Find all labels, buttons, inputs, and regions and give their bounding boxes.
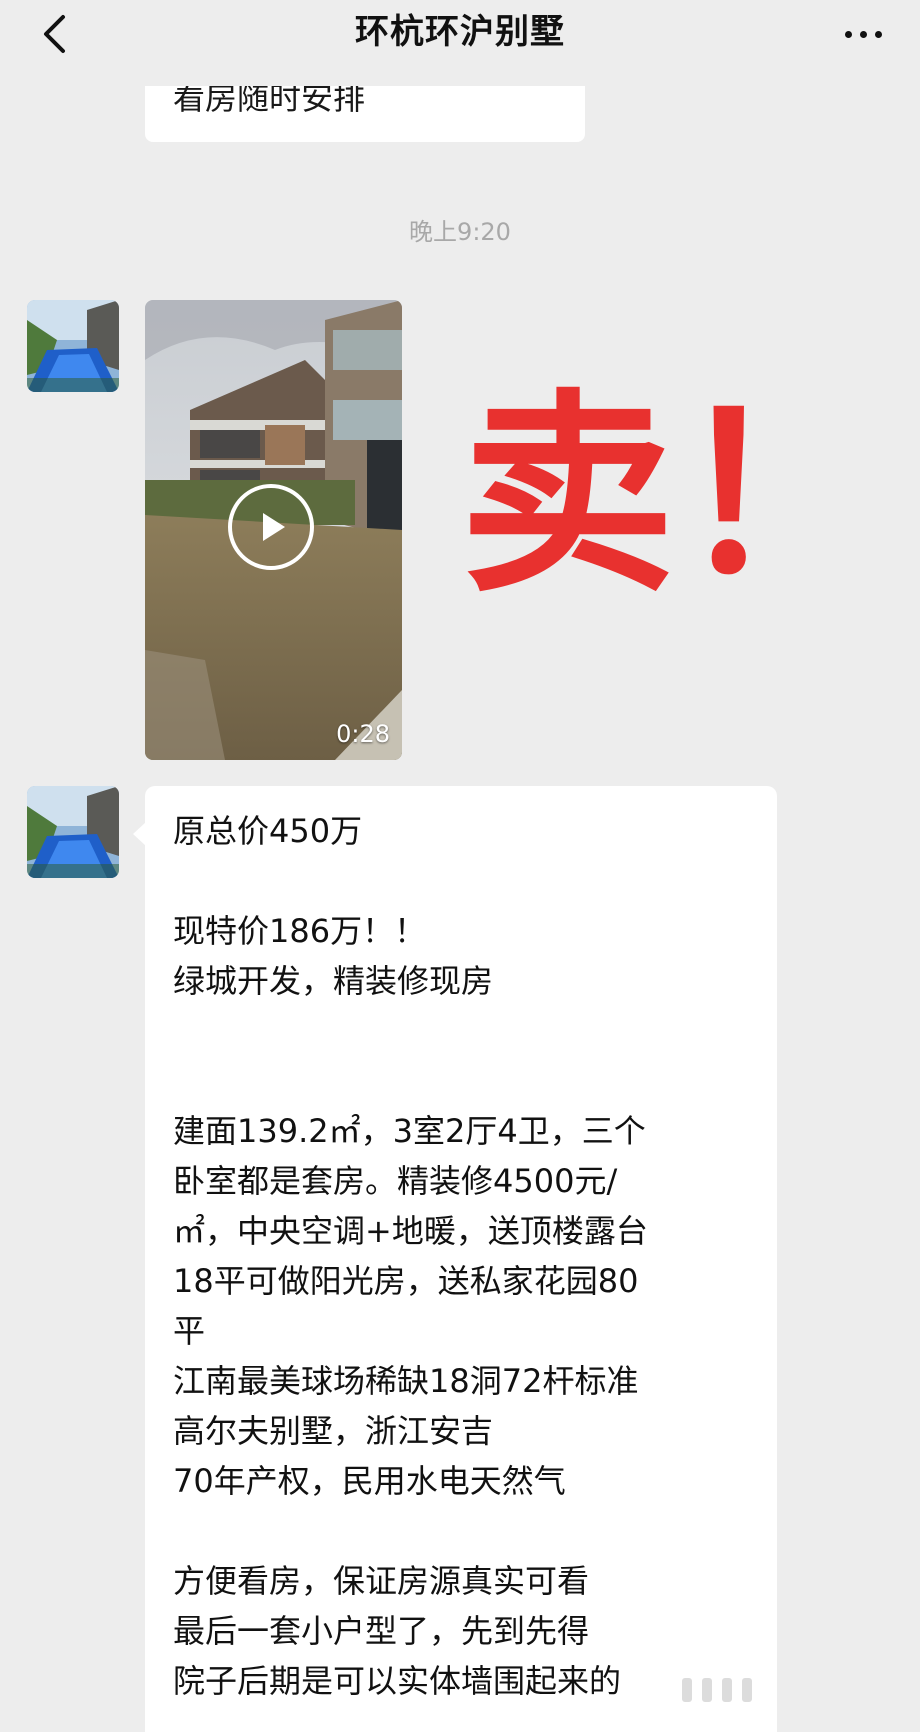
message-line: 18平可做阳光房，送私家花园80 bbox=[173, 1262, 639, 1300]
previous-message-text: 看房随时安排 bbox=[173, 86, 366, 117]
message-line: 现特价186万！！ bbox=[173, 912, 427, 950]
previous-message-bubble[interactable]: 看房随时安排 bbox=[145, 86, 585, 142]
message-line: 江南最美球场稀缺18洞72杆标准 bbox=[173, 1362, 639, 1400]
message-line: 原总价450万 bbox=[173, 812, 363, 850]
top-bar: 环杭环沪别墅 bbox=[0, 0, 920, 86]
sender-avatar[interactable] bbox=[27, 300, 119, 392]
avatar-image bbox=[27, 786, 119, 878]
more-dots-icon bbox=[844, 30, 852, 38]
text-message-content: 原总价450万 现特价186万！！ 绿城开发，精装修现房 建面139.2㎡，3室… bbox=[173, 806, 763, 1706]
text-message-bubble[interactable]: 原总价450万 现特价186万！！ 绿城开发，精装修现房 建面139.2㎡，3室… bbox=[145, 786, 777, 1732]
watermark bbox=[680, 1676, 754, 1704]
sale-sticker-text: 卖！ bbox=[460, 370, 800, 610]
more-dot bbox=[874, 30, 882, 38]
more-dot bbox=[859, 30, 867, 38]
message-line: 绿城开发，精装修现房 bbox=[173, 962, 494, 1000]
play-button[interactable] bbox=[228, 484, 314, 570]
watermark-mark bbox=[720, 1676, 734, 1704]
message-line: 平 bbox=[173, 1312, 206, 1350]
watermark-mark bbox=[740, 1676, 754, 1704]
message-line: 高尔夫别墅，浙江安吉 bbox=[173, 1412, 494, 1450]
message-line: 方便看房，保证房源真实可看 bbox=[173, 1562, 590, 1600]
message-line: 建面139.2㎡，3室2厅4卫，三个 bbox=[173, 1112, 646, 1150]
chat-title: 环杭环沪别墅 bbox=[355, 12, 565, 52]
avatar-image bbox=[27, 300, 119, 392]
video-message[interactable]: 0:28 bbox=[145, 300, 402, 760]
message-line: 最后一套小户型了，先到先得 bbox=[173, 1612, 590, 1650]
play-icon bbox=[263, 513, 285, 541]
message-line: 70年产权，民用水电天然气 bbox=[173, 1462, 566, 1500]
sale-sticker-graphic: 卖！ bbox=[460, 370, 890, 621]
message-timestamp: 晚上9:20 bbox=[409, 218, 511, 246]
sender-avatar[interactable] bbox=[27, 786, 119, 878]
watermark-mark bbox=[680, 1676, 694, 1704]
message-line: ㎡，中央空调+地暖，送顶楼露台 bbox=[173, 1212, 648, 1250]
more-button[interactable] bbox=[836, 14, 890, 54]
watermark-mark bbox=[700, 1676, 714, 1704]
message-line: 卧室都是套房。精装修4500元/ bbox=[173, 1162, 618, 1200]
sale-sticker: 卖！ bbox=[460, 360, 890, 621]
chat-screen: 环杭环沪别墅 看房随时安排 晚上9:20 0:28 卖 原总价450万 现特价1… bbox=[0, 0, 920, 1732]
video-duration: 0:28 bbox=[336, 720, 390, 748]
message-line: 院子后期是可以实体墙围起来的 bbox=[173, 1662, 622, 1700]
